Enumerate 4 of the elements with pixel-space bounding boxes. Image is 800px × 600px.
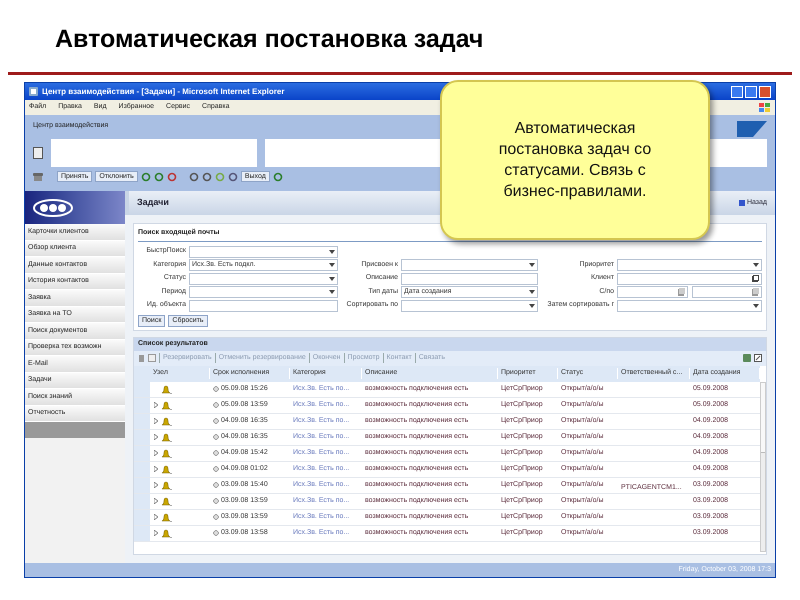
callout-text: Автоматическая постановка задач со статусами. Связь с бизнес-правилами. — [498, 119, 652, 202]
window-title: Центр взаимодействия - [Задачи] - Microsoft Internet Explorer — [42, 86, 284, 98]
page-title: Задачи — [137, 196, 169, 210]
slide-title: Автоматическая постановка задач — [55, 24, 484, 54]
